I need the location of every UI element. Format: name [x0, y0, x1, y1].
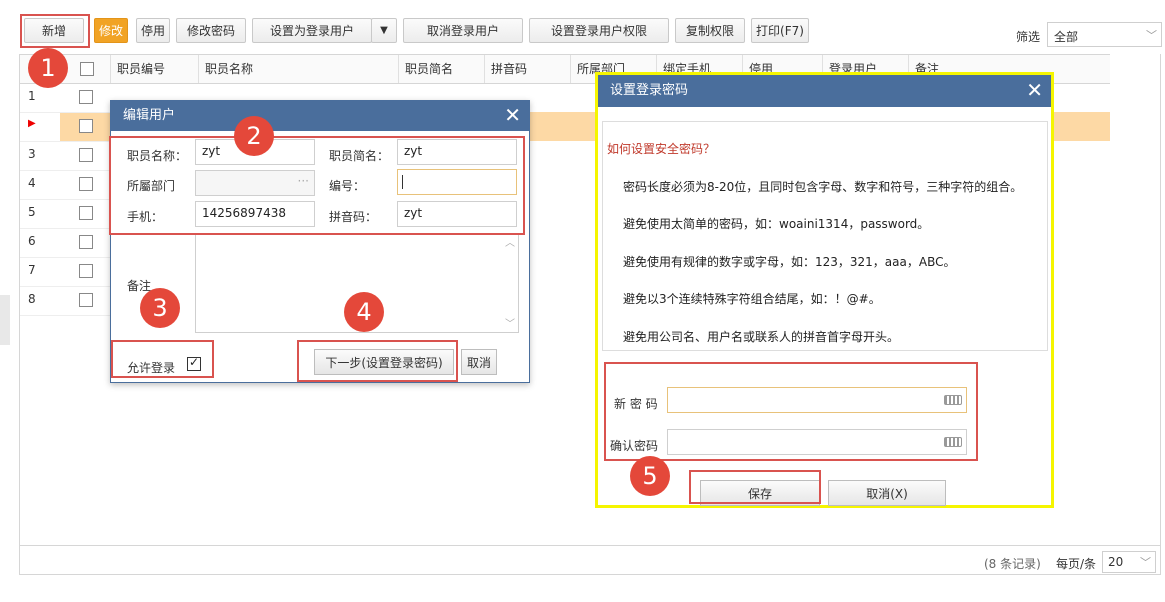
set-login-user-button[interactable]: 设置为登录用户	[252, 18, 372, 43]
step-marker: 2	[234, 116, 274, 156]
filter-label: 筛选	[1016, 30, 1041, 44]
row-checkbox[interactable]	[79, 264, 93, 278]
table-row[interactable]: ▶	[20, 112, 110, 142]
highlight-next	[297, 340, 458, 382]
grid-right-border	[1160, 54, 1161, 574]
table-row[interactable]: 1	[20, 83, 110, 113]
step-marker: 1	[28, 48, 68, 88]
row-number: 1	[28, 89, 36, 103]
highlight-password-fields	[604, 362, 978, 461]
per-page-select[interactable]: 20 ﹀	[1102, 551, 1156, 573]
close-icon[interactable]: ✕	[504, 104, 521, 126]
row-checkbox[interactable]	[79, 177, 93, 191]
tip-line: 避免以3个连续特殊字符组合结尾，如：！@#。	[623, 292, 881, 306]
print-button[interactable]: 打印(F7)	[751, 18, 809, 43]
password-cancel-button[interactable]: 取消(X)	[828, 480, 946, 506]
highlight-fields	[109, 136, 525, 235]
per-page-label: 每页/条	[1056, 557, 1097, 571]
col-header[interactable]: 职员编号	[110, 55, 198, 83]
grid-left-gutter	[0, 295, 10, 345]
close-icon[interactable]: ✕	[1026, 79, 1043, 101]
select-all-checkbox[interactable]	[80, 62, 94, 76]
tip-line: 避免用公司名、用户名或联系人的拼音首字母开头。	[623, 330, 900, 344]
row-number: 5	[28, 205, 36, 219]
record-count: (8 条记录)	[984, 557, 1041, 571]
edit-dialog-title-text: 编辑用户	[123, 108, 176, 123]
row-checkbox[interactable]	[79, 119, 93, 133]
table-row[interactable]: 7	[20, 257, 110, 287]
row-checkbox[interactable]	[79, 235, 93, 249]
password-tips-panel: 如何设置安全密码？ 密码长度必须为8-20位，且同时包含字母、数字和符号，三种字…	[602, 121, 1048, 351]
tip-line: 避免使用有规律的数字或字母，如：123，321，aaa，ABC。	[623, 255, 956, 269]
set-login-user-dropdown[interactable]: ▼	[371, 18, 397, 43]
per-page-value: 20	[1108, 555, 1124, 569]
filter-value: 全部	[1054, 30, 1079, 44]
current-row-icon: ▶	[28, 118, 36, 129]
table-row[interactable]: 6	[20, 228, 110, 258]
step-marker: 4	[344, 292, 384, 332]
disable-button[interactable]: 停用	[136, 18, 170, 43]
chevron-down-icon: ﹀	[1140, 556, 1151, 569]
chevron-up-icon[interactable]: ︿	[505, 234, 515, 249]
copy-permissions-button[interactable]: 复制权限	[675, 18, 745, 43]
highlight-save	[689, 470, 821, 504]
filter-select[interactable]: 全部 ﹀	[1047, 22, 1162, 47]
row-checkbox[interactable]	[79, 206, 93, 220]
tips-title: 如何设置安全密码？	[607, 142, 716, 156]
edit-button[interactable]: 修改	[94, 18, 128, 43]
tip-line: 密码长度必须为8-20位，且同时包含字母、数字和符号，三种字符的组合。	[623, 180, 1023, 194]
bottom-bar	[19, 574, 1161, 575]
table-row[interactable]: 3	[20, 141, 110, 171]
step-marker: 5	[630, 456, 670, 496]
cancel-login-user-button[interactable]: 取消登录用户	[403, 18, 523, 43]
row-number: 8	[28, 292, 36, 306]
col-header[interactable]: 职员简名	[398, 55, 484, 83]
grid-left-border	[19, 54, 20, 574]
change-password-button[interactable]: 修改密码	[176, 18, 246, 43]
set-login-permissions-button[interactable]: 设置登录用户权限	[529, 18, 669, 43]
edit-cancel-button[interactable]: 取消	[461, 349, 497, 375]
grid-bottom-border	[19, 545, 1161, 546]
row-checkbox[interactable]	[79, 148, 93, 162]
table-row[interactable]: 4	[20, 170, 110, 200]
row-number: 6	[28, 234, 36, 248]
col-header[interactable]: 拼音码	[484, 55, 570, 83]
chevron-down-icon[interactable]: ﹀	[505, 315, 515, 330]
password-dialog-title: 设置登录密码	[598, 75, 1051, 107]
chevron-down-icon: ﹀	[1146, 29, 1157, 42]
table-row[interactable]: 8	[20, 286, 110, 316]
col-header[interactable]: 职员名称	[198, 55, 398, 83]
row-number: 7	[28, 263, 36, 277]
highlight-add	[20, 14, 90, 48]
edit-dialog-title: 编辑用户	[111, 101, 529, 131]
row-number: 4	[28, 176, 36, 190]
row-checkbox[interactable]	[79, 90, 93, 104]
table-row[interactable]: 5	[20, 199, 110, 229]
tip-line: 避免使用太简单的密码，如：woaini1314，password。	[623, 217, 930, 231]
highlight-allow-login	[111, 340, 214, 378]
chevron-down-icon: ▼	[380, 25, 388, 36]
row-checkbox[interactable]	[79, 293, 93, 307]
row-number: 3	[28, 147, 36, 161]
step-marker: 3	[140, 288, 180, 328]
password-dialog-title-text: 设置登录密码	[610, 83, 689, 98]
